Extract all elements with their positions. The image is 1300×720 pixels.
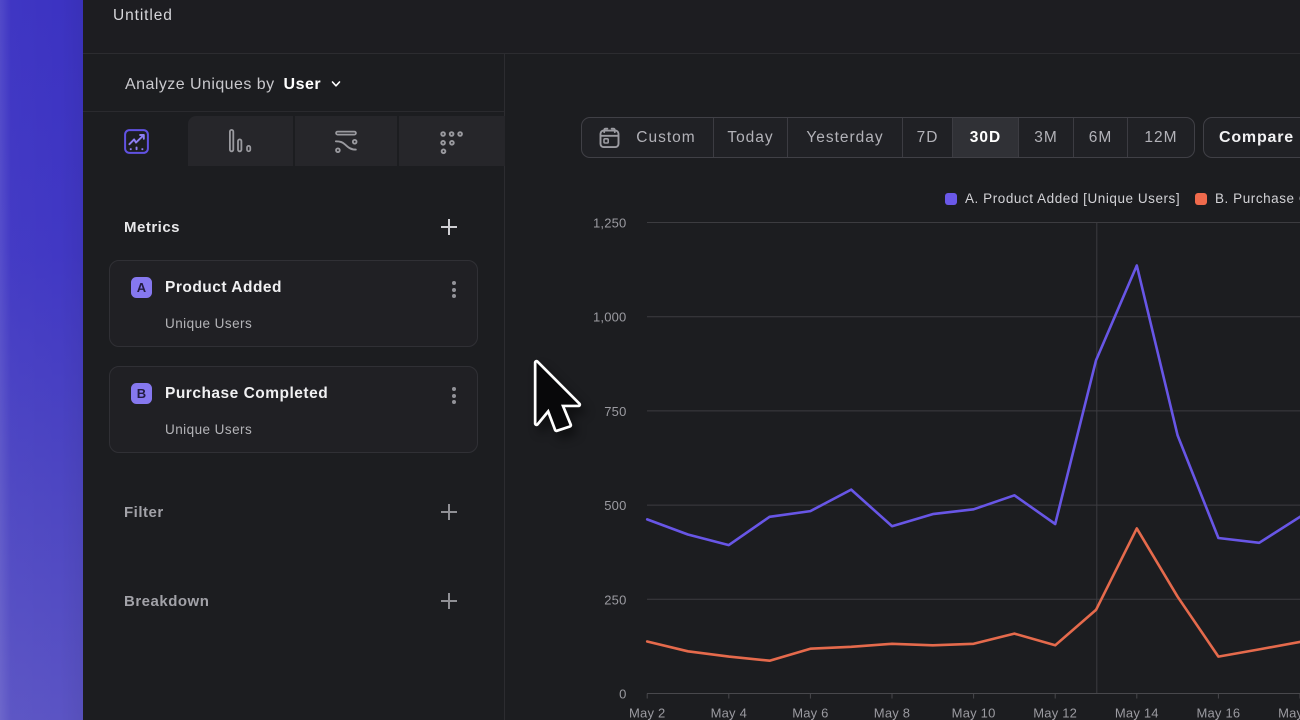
svg-text:0: 0 — [619, 687, 626, 702]
svg-text:May 2: May 2 — [629, 706, 665, 720]
svg-text:May 18: May 18 — [1278, 706, 1300, 720]
svg-text:1,000: 1,000 — [593, 310, 627, 325]
svg-text:May 10: May 10 — [952, 706, 996, 720]
svg-text:May 16: May 16 — [1196, 706, 1240, 720]
svg-text:May 4: May 4 — [711, 706, 747, 720]
svg-text:May 8: May 8 — [874, 706, 910, 720]
svg-text:250: 250 — [604, 592, 626, 607]
svg-text:1,250: 1,250 — [593, 216, 627, 231]
svg-text:May 12: May 12 — [1033, 706, 1077, 720]
svg-text:500: 500 — [604, 498, 626, 513]
svg-text:May 6: May 6 — [792, 706, 828, 720]
svg-text:May 14: May 14 — [1115, 706, 1159, 720]
svg-text:750: 750 — [604, 404, 626, 419]
